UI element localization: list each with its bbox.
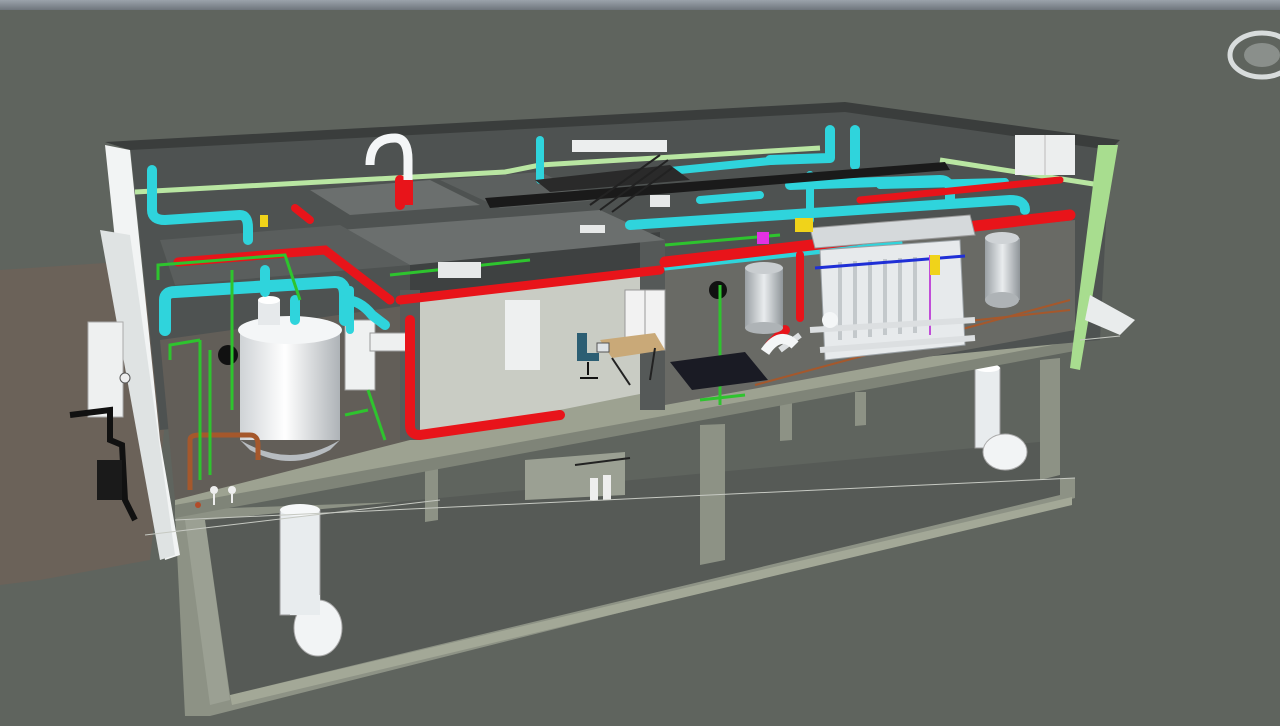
cabinet bbox=[505, 300, 540, 370]
model-viewport[interactable] bbox=[0, 0, 1280, 726]
wall-radiator bbox=[369, 332, 411, 352]
indicator-yellow bbox=[260, 215, 268, 227]
expansion-vessel-left bbox=[745, 262, 783, 334]
wall-penetration bbox=[218, 345, 238, 365]
expansion-vessel-right bbox=[985, 232, 1020, 308]
wall-penetration-2 bbox=[709, 281, 727, 299]
